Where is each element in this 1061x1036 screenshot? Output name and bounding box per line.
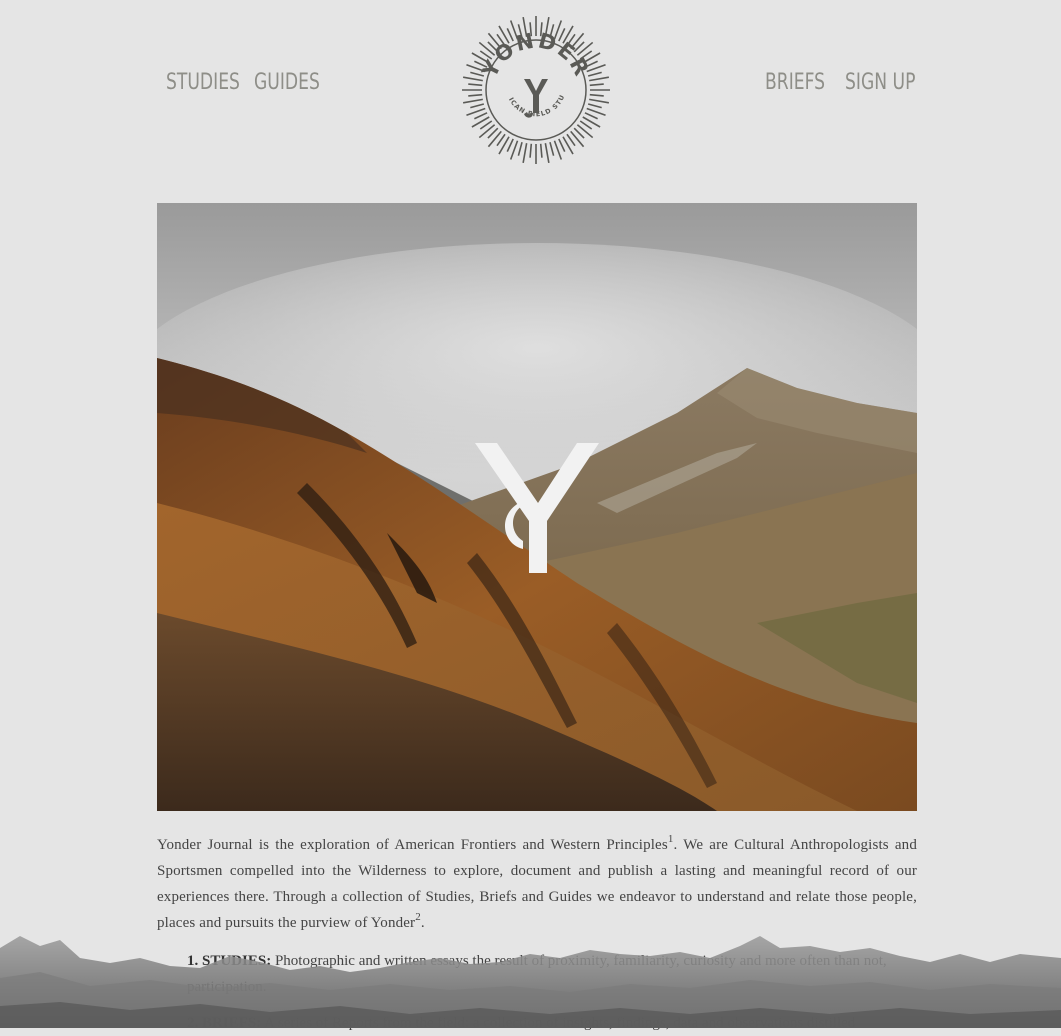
logo-ray (576, 124, 594, 139)
nav-briefs-link[interactable]: BRIEFS (765, 70, 825, 95)
logo-ray (506, 138, 514, 152)
logo-ray (468, 93, 483, 97)
logo-ray (587, 71, 602, 77)
nav-guides-link[interactable]: GUIDES (254, 70, 320, 95)
logo-ray (589, 98, 610, 104)
logo-ray (474, 112, 488, 120)
list-item-text: Photographic and written essays the resu… (187, 953, 887, 995)
svg-text:AMERICAN FIELD STUDIES: AMERICAN FIELD STUDIES (460, 15, 567, 118)
logo-ray (470, 71, 485, 77)
logo-ray (589, 76, 610, 82)
logo-ray (584, 112, 598, 120)
logo-ray (589, 93, 604, 97)
intro-paragraph: Yonder Journal is the exploration of Ame… (157, 832, 917, 936)
logo-ray (558, 138, 566, 152)
intro-text-part3: . (420, 915, 425, 931)
logo-ray (570, 130, 585, 148)
logo-tagline: AMERICAN FIELD STUDIES (456, 9, 565, 118)
logo-ray (468, 83, 483, 87)
list-item-label: 2. BRIEFS: (187, 1015, 262, 1031)
hero-landscape-image (157, 203, 917, 811)
logo-ray (539, 143, 543, 158)
list-item-label: 1. STUDIES: (187, 953, 272, 969)
logo-ray (589, 83, 604, 87)
logo-ray (506, 28, 514, 42)
list-item-briefs: 2. BRIEFS: A series of Reports from the … (187, 1010, 887, 1036)
logo-ray (478, 124, 496, 139)
intro-text-part1: Yonder Journal is the exploration of Ame… (157, 837, 668, 853)
yonder-logo-seal[interactable]: YONDER AMERICAN FIELD STUDIES (456, 9, 612, 165)
logo-ray (462, 76, 483, 82)
logo-ray (470, 103, 485, 109)
logo-ray (544, 143, 550, 164)
list-item-studies: 1. STUDIES: Photographic and written ess… (187, 948, 887, 1000)
logo-ray (529, 143, 533, 158)
nav-sign-up-link[interactable]: SIGN UP (845, 70, 915, 95)
logo-ray (549, 141, 555, 156)
logo-ray (517, 141, 523, 156)
logo-ray (487, 130, 502, 148)
logo-ray (462, 98, 483, 104)
logo-ray (522, 143, 528, 164)
logo-ray (587, 103, 602, 109)
nav-studies-link[interactable]: STUDIES (166, 70, 240, 95)
list-item-text: A series of Reports from the field: a co… (264, 1015, 856, 1031)
